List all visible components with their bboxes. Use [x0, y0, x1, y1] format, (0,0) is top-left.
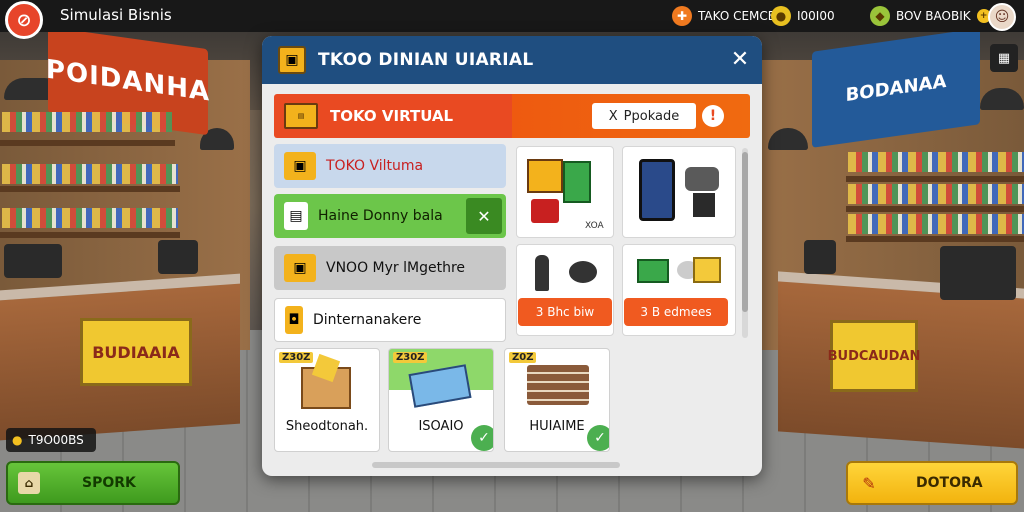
checkmark-icon: ✓ [587, 425, 609, 451]
backpack-icon: ◘ [285, 306, 303, 334]
counter-sign-right: BUDCAUDAN [828, 320, 920, 392]
cash-register-icon [4, 244, 62, 278]
upgrade-button[interactable]: X Ppokade [592, 103, 696, 129]
orange-coin-icon: ✚ [672, 6, 692, 26]
red-pack-icon [531, 199, 559, 223]
upgrade-prefix: X [608, 108, 618, 124]
sidebar-item-label: TOKO Viltuma [326, 158, 424, 174]
pencil-icon: ✎ [862, 473, 876, 493]
product-card[interactable]: Z30Z ISOAIO ✓ [388, 348, 494, 452]
book-icon [408, 364, 472, 408]
shelf-products [2, 112, 172, 132]
horizontal-scrollbar[interactable] [372, 462, 620, 468]
product-card[interactable]: Z30Z Sheodtonah. [274, 348, 380, 452]
yellow-box-icon [693, 257, 721, 283]
shelf [0, 140, 175, 146]
shelf-products [2, 208, 178, 228]
gold-coin-icon: ● [771, 6, 791, 26]
store-logo-icon[interactable]: ⊘ [5, 1, 43, 39]
cash-register-icon [804, 240, 836, 274]
box-icon: ▣ [278, 46, 306, 74]
sidebar-item-label: Dinternanakere [313, 312, 422, 328]
sidebar-item-toko[interactable]: ▣ TOKO Viltuma [274, 144, 506, 188]
checkmark-icon: ✓ [471, 425, 493, 451]
shelf [0, 186, 180, 192]
resource-value: TAKO CEMCE [698, 9, 776, 23]
resource-counter: ✚ TAKO CEMCE [672, 4, 775, 28]
shelf [846, 236, 1024, 242]
category-action-button[interactable]: 3 Bhc biw [518, 298, 612, 326]
camera-icon [685, 167, 719, 191]
modal-title: TKOO DINIAN UIARIAL [318, 50, 534, 70]
snacks-icon [527, 159, 563, 193]
info-icon[interactable]: ! [702, 105, 724, 127]
bottle-icon [535, 255, 549, 291]
home-icon: ⌂ [18, 472, 40, 494]
product-name: Sheodtonah. [285, 419, 369, 434]
box-icon: ▣ [284, 152, 316, 180]
tools-icon: ✕ [466, 198, 502, 234]
shelf [846, 176, 1024, 182]
store-crate-icon: ▤ [284, 103, 318, 129]
shelf-products [2, 164, 178, 184]
green-gem-icon: ◆ [870, 6, 890, 26]
close-button[interactable]: ✕ [728, 48, 752, 72]
shelf-products [848, 184, 1024, 204]
app-title: Simulasi Bisnis [60, 6, 172, 24]
resource-value: BOV BAOBIK [896, 9, 971, 23]
coin-icon: ● [12, 433, 23, 447]
sidebar-item-haine[interactable]: ▤ Haine Donny bala ✕ [274, 194, 506, 238]
resource-counter: ◆ BOV BAOBIK + [870, 4, 991, 28]
shelf-products [848, 214, 1024, 234]
sport-button[interactable]: ⌂ SPORK [6, 461, 180, 505]
price-tag: Z30Z [279, 352, 314, 363]
vertical-scrollbar-thumb[interactable] [742, 152, 748, 312]
shelf-products [848, 152, 1024, 172]
sidebar-item-label: Haine Donny bala [318, 208, 443, 224]
dotora-button[interactable]: ✎ DOTORA [846, 461, 1018, 505]
resource-counter: ● I00I00 [771, 4, 835, 28]
shelf [846, 206, 1024, 212]
shelf [0, 232, 180, 238]
money-counter: ● T9O00BS [6, 428, 96, 452]
product-card[interactable]: Z0Z HUIAIME ✓ [504, 348, 610, 452]
tablet-icon [639, 159, 675, 221]
crate-icon: ▣ [284, 254, 316, 282]
category-action-button[interactable]: 3 B edmees [624, 298, 728, 326]
modal-header: ▣ TKOO DINIAN UIARIAL ✕ [262, 36, 762, 84]
book-stack-icon [527, 365, 589, 405]
user-avatar-icon[interactable]: ☺ [988, 3, 1016, 31]
counter-sign-left: BUDIAAIA [80, 318, 192, 386]
shop-menu-icon[interactable]: ▦ [990, 44, 1018, 72]
sidebar-item-dinter[interactable]: ◘ Dinternanakere [274, 298, 506, 342]
green-pack-icon [563, 161, 591, 203]
category-card[interactable] [622, 146, 736, 238]
button-label: SPORK [82, 475, 136, 491]
money-value: T9O00BS [28, 433, 84, 447]
card-caption: XOA [585, 221, 604, 231]
toys-icon [637, 259, 669, 283]
price-tag: Z30Z [393, 352, 428, 363]
camera-stand-icon [693, 193, 715, 217]
tools-icon [569, 261, 597, 283]
cash-register-icon [158, 240, 198, 274]
sidebar-item-label: VNOO Myr lMgethre [326, 260, 466, 276]
cash-register-icon [940, 246, 1016, 300]
resource-value: I00I00 [797, 9, 835, 23]
button-label: DOTORA [916, 475, 983, 491]
store-banner: ▤ TOKO VIRTUAL X Ppokade ! [274, 94, 750, 138]
upgrade-label: Ppokade [623, 108, 680, 124]
category-card[interactable]: XOA [516, 146, 614, 238]
price-tag: Z0Z [509, 352, 537, 363]
banner-label: TOKO VIRTUAL [330, 107, 454, 125]
document-icon: ▤ [284, 202, 308, 230]
sidebar-item-vnoo[interactable]: ▣ VNOO Myr lMgethre [274, 246, 506, 290]
